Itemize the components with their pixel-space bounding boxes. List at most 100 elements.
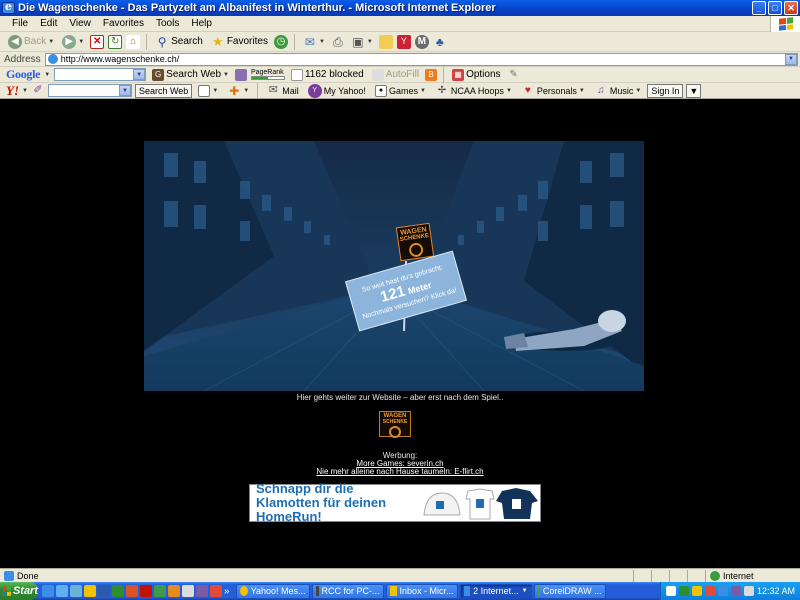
my-yahoo-button[interactable]: Y My Yahoo! (305, 83, 369, 98)
task-inbox[interactable]: Inbox - Micr... (385, 583, 458, 599)
folder-icon[interactable] (378, 34, 393, 49)
task-yahoo-messenger[interactable]: Yahoo! Mes... (235, 583, 310, 599)
messenger-icon[interactable]: Y (396, 34, 411, 49)
task-label: 2 Internet... (473, 586, 519, 596)
music-button[interactable]: ♫ Music ▼ (591, 84, 644, 98)
yahoo-search-input[interactable]: ▼ (47, 84, 132, 97)
powerpoint-quicklaunch-icon[interactable] (126, 585, 138, 597)
acrobat-quicklaunch-icon[interactable] (140, 585, 152, 597)
blogger-icon[interactable]: B (425, 68, 438, 81)
home-icon[interactable]: ⌂ (126, 34, 141, 49)
forward-button[interactable]: ▶ ▼ (60, 33, 86, 51)
wagenschenke-logo[interactable]: WAGEN SCHENKE (379, 411, 411, 438)
outlook-quicklaunch-icon[interactable] (56, 585, 68, 597)
tray-icon[interactable] (678, 586, 689, 596)
folder-quicklaunch-icon[interactable] (84, 585, 96, 597)
word-quicklaunch-icon[interactable] (98, 585, 110, 597)
eflirt-link[interactable]: Nie mehr alleine nach Hause taumeln: E-f… (316, 467, 483, 476)
menu-tools[interactable]: Tools (150, 18, 185, 29)
chevron-down-icon[interactable]: ▼ (133, 69, 146, 80)
ncaa-hoops-button[interactable]: ✢ NCAA Hoops ▼ (432, 84, 515, 98)
google-search-input[interactable]: ▼ (54, 68, 147, 81)
tray-icon[interactable] (743, 586, 754, 596)
app-quicklaunch-icon[interactable] (168, 585, 180, 597)
app-quicklaunch-icon[interactable] (154, 585, 166, 597)
highlighter-icon[interactable]: ✐ (31, 84, 45, 98)
minimize-button[interactable]: _ (752, 1, 766, 15)
quicklaunch-overflow-icon[interactable]: » (224, 586, 230, 597)
favorites-label: Favorites (226, 36, 268, 47)
chevron-down-icon[interactable]: ▼ (44, 72, 50, 78)
sign-in-button[interactable]: Sign In (647, 83, 684, 98)
refresh-icon[interactable]: ↻ (108, 34, 123, 49)
menu-favorites[interactable]: Favorites (97, 18, 150, 29)
pencil-icon[interactable]: ✎ (507, 68, 521, 82)
chevron-down-icon[interactable]: ▼ (118, 85, 131, 96)
print-icon[interactable]: ⎙ (331, 35, 345, 49)
tray-icon[interactable] (730, 586, 741, 596)
chevron-down-icon: ▼ (635, 87, 642, 94)
history-icon[interactable]: ◷ (273, 34, 288, 49)
yahoo-logo[interactable]: Y! (6, 83, 19, 99)
menu-help[interactable]: Help (185, 18, 218, 29)
close-button[interactable]: ✕ (784, 1, 798, 15)
chevron-down-icon[interactable]: ▼ (22, 88, 28, 94)
address-input[interactable]: http://www.wagenschenke.ch/ ▼ (44, 52, 798, 66)
yahoo-mail-button[interactable]: ✉ Mail (263, 84, 302, 98)
app-quicklaunch-icon[interactable] (210, 585, 222, 597)
chevron-down-icon: ▼ (521, 588, 528, 594)
task-label: Inbox - Micr... (399, 586, 454, 596)
autofill-button[interactable]: AutoFill (370, 66, 421, 84)
options-button[interactable]: ▦ Options (450, 66, 502, 84)
desktop-quicklaunch-icon[interactable] (70, 585, 82, 597)
ie-quicklaunch-icon[interactable] (42, 585, 54, 597)
people-icon[interactable]: ♣ (433, 35, 447, 49)
stop-icon[interactable]: ✕ (90, 34, 105, 49)
personals-button[interactable]: ♥ Personals ▼ (518, 84, 588, 98)
mail-icon: ✉ (268, 84, 278, 96)
yahoo-bookmarks-button[interactable]: ▼ (195, 84, 221, 97)
game-canvas[interactable]: WAGEN SCHENKE So weit hast du's gebracht… (144, 141, 644, 391)
task-coreldraw[interactable]: CorelDRAW ... (533, 583, 606, 599)
ncaa-hoops-label: NCAA Hoops (450, 85, 504, 96)
pagerank-indicator: PageRank (250, 69, 285, 80)
tray-icon[interactable] (704, 586, 715, 596)
banner-merch-image (423, 488, 538, 520)
m-icon[interactable]: M (414, 34, 429, 49)
homerun-banner[interactable]: Schnapp dir die Klamotten für deinen Hom… (249, 481, 541, 524)
maximize-button[interactable]: □ (768, 1, 782, 15)
edit-button[interactable]: ▣ ▼ (349, 33, 375, 51)
app-quicklaunch-icon[interactable] (182, 585, 194, 597)
google-search-web-button[interactable]: G Search Web ▼ (150, 66, 231, 84)
yahoo-search-web-button[interactable]: Search Web (134, 83, 193, 98)
menu-view[interactable]: View (63, 18, 97, 29)
favorites-button[interactable]: ★ Favorites (209, 33, 270, 51)
back-button[interactable]: ◀ Back ▼ (6, 33, 56, 51)
mail-button[interactable]: ✉ ▼ (301, 33, 327, 51)
google-logo[interactable]: Google (6, 67, 41, 82)
task-internet-explorer[interactable]: 2 Internet... ▼ (459, 583, 532, 599)
address-dropdown-icon[interactable]: ▼ (785, 53, 797, 65)
start-button[interactable]: Start (0, 582, 38, 600)
excel-quicklaunch-icon[interactable] (112, 585, 124, 597)
tray-icon[interactable] (717, 586, 728, 596)
app-quicklaunch-icon[interactable] (196, 585, 208, 597)
tray-icon[interactable] (691, 586, 702, 596)
popup-blocker-button[interactable]: 1162 blocked (289, 66, 366, 84)
menu-edit[interactable]: Edit (34, 18, 63, 29)
wheel-icon (389, 426, 401, 438)
google-search-icon: G (152, 68, 165, 81)
menu-file[interactable]: File (6, 18, 34, 29)
banner-text: Schnapp dir die Klamotten für deinen Hom… (256, 481, 387, 524)
clock[interactable]: 12:32 AM (757, 586, 795, 596)
sign-in-dropdown-icon[interactable]: ▼ (686, 83, 702, 98)
autofill-label: AutoFill (385, 69, 420, 80)
yahoo-games-button[interactable]: ♠ Games ▼ (372, 84, 429, 97)
yahoo-add-button[interactable]: ✚ ▼ (224, 84, 252, 98)
ie-icon (463, 586, 471, 596)
search-button[interactable]: ⚲ Search (153, 33, 205, 51)
status-bar: Done Internet (0, 568, 800, 582)
task-rcc[interactable]: RCC for PC-... (311, 583, 384, 599)
tray-icon[interactable] (665, 586, 676, 596)
news-icon[interactable] (234, 68, 247, 81)
